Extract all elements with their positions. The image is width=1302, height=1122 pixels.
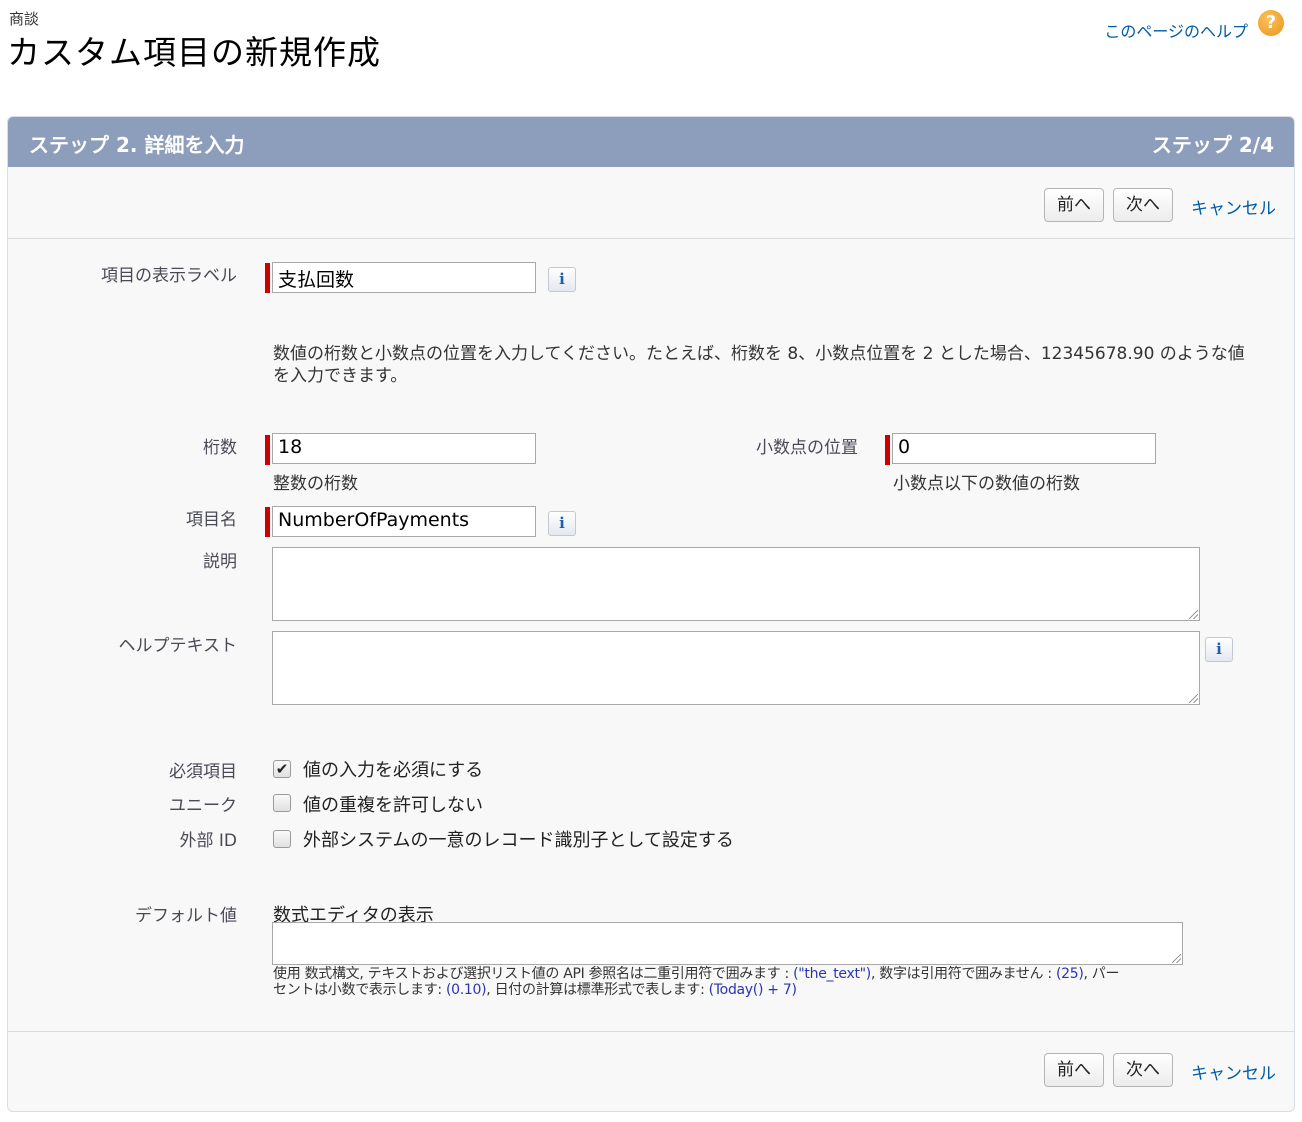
help-link[interactable]: このページのヘルプ: [1104, 18, 1248, 42]
cancel-link[interactable]: キャンセル: [1191, 194, 1276, 219]
bottom-button-bar: 前へ 次へ キャンセル: [8, 1031, 1294, 1103]
syntax-text: , 数字は引用符で囲みません :: [870, 966, 1056, 982]
decimal-places-hint: 小数点以下の数値の桁数: [893, 474, 1080, 494]
field-label-input[interactable]: 支払回数: [272, 262, 536, 293]
instructions-text: 数値の桁数と小数点の位置を入力してください。たとえば、桁数を 8、小数点位置を …: [273, 343, 1273, 387]
previous-button[interactable]: 前へ: [1044, 1053, 1104, 1087]
external-id-label: 外部 ID: [179, 831, 237, 851]
default-value-label: デフォルト値: [135, 906, 237, 926]
unique-checkbox-label[interactable]: 値の重複を許可しない: [303, 791, 483, 817]
formula-syntax-help: 使用 数式構文, テキストおよび選択リスト値の API 参照名は二重引用符で囲み…: [273, 966, 1193, 998]
step-title: ステップ 2. 詳細を入力: [29, 133, 245, 157]
syntax-example: (25): [1055, 966, 1084, 982]
syntax-text: , パー: [1083, 966, 1120, 982]
decimal-places-input[interactable]: 0: [892, 433, 1156, 464]
syntax-text: セントは小数で表示します:: [273, 982, 446, 998]
resize-handle[interactable]: [1172, 954, 1181, 963]
required-indicator: [885, 435, 890, 465]
field-name-input[interactable]: NumberOfPayments: [272, 506, 536, 537]
required-checkbox[interactable]: ✔: [273, 760, 291, 778]
resize-handle[interactable]: [1189, 694, 1198, 703]
previous-button[interactable]: 前へ: [1044, 188, 1104, 222]
field-name-label: 項目名: [186, 510, 237, 530]
next-button[interactable]: 次へ: [1113, 1053, 1173, 1087]
top-button-bar: 前へ 次へ キャンセル: [8, 167, 1294, 239]
external-id-checkbox[interactable]: [273, 830, 291, 848]
external-id-checkbox-label[interactable]: 外部システムの一意のレコード識別子として設定する: [303, 826, 734, 852]
required-indicator: [265, 507, 270, 537]
page-title: カスタム項目の新規作成: [7, 33, 381, 72]
info-icon[interactable]: i: [1205, 637, 1233, 662]
syntax-text: , 日付の計算は標準形式で表します:: [486, 982, 709, 998]
syntax-text: 使用: [273, 966, 305, 982]
decimal-places-label: 小数点の位置: [756, 438, 858, 458]
field-label-label: 項目の表示ラベル: [101, 266, 237, 286]
formula-syntax-link[interactable]: 数式構文: [305, 966, 360, 982]
length-hint: 整数の桁数: [273, 474, 358, 494]
unique-checkbox[interactable]: [273, 794, 291, 812]
length-input[interactable]: 18: [272, 433, 536, 464]
length-label: 桁数: [203, 438, 237, 458]
step-counter: ステップ 2/4: [1151, 133, 1274, 157]
help-text-label: ヘルプテキスト: [118, 636, 238, 656]
panel-header: ステップ 2. 詳細を入力 ステップ 2/4: [8, 117, 1294, 167]
info-icon[interactable]: i: [548, 511, 576, 536]
description-label: 説明: [203, 552, 237, 572]
required-label: 必須項目: [169, 762, 237, 782]
help-text-textarea[interactable]: [272, 631, 1200, 705]
required-indicator: [265, 435, 270, 465]
unique-label: ユニーク: [169, 796, 237, 816]
syntax-example: (Today() + 7): [708, 982, 797, 998]
description-textarea[interactable]: [272, 547, 1200, 621]
instructions-line-2: を入力できます。: [273, 366, 408, 386]
wizard-panel: ステップ 2. 詳細を入力 ステップ 2/4 前へ 次へ キャンセル 項目の表示…: [7, 116, 1295, 1112]
required-checkbox-label[interactable]: 値の入力を必須にする: [303, 756, 483, 782]
resize-handle[interactable]: [1189, 610, 1198, 619]
help-icon[interactable]: ?: [1258, 10, 1284, 36]
info-icon[interactable]: i: [548, 267, 576, 292]
syntax-example: (0.10): [445, 982, 487, 998]
required-indicator: [265, 263, 270, 293]
syntax-example: ("the_text"): [793, 966, 871, 982]
cancel-link[interactable]: キャンセル: [1191, 1059, 1276, 1084]
next-button[interactable]: 次へ: [1113, 188, 1173, 222]
syntax-text: , テキストおよび選択リスト値の API 参照名は二重引用符で囲みます :: [359, 966, 794, 982]
instructions-line-1: 数値の桁数と小数点の位置を入力してください。たとえば、桁数を 8、小数点位置を …: [273, 344, 1245, 364]
default-value-textarea[interactable]: [272, 922, 1183, 965]
